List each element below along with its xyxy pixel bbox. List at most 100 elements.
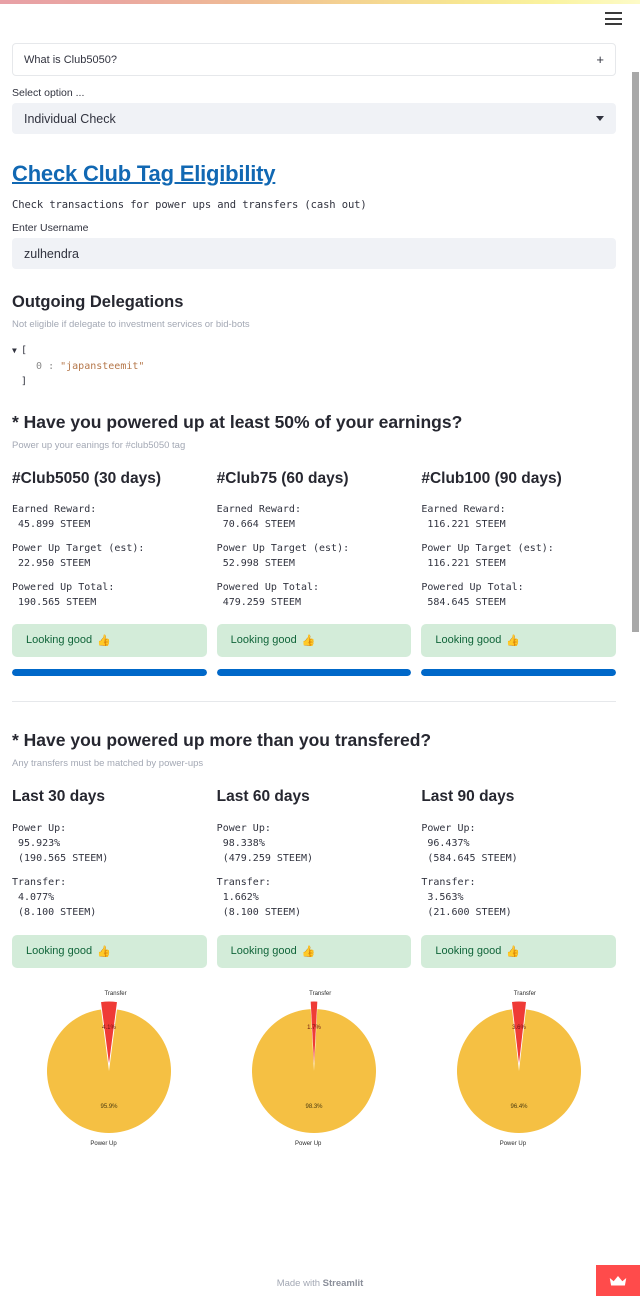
status-badge-label: Looking good (26, 945, 93, 957)
outgoing-delegations-caption: Not eligible if delegate to investment s… (12, 319, 250, 330)
main-content: What is Club5050? + Select option ... In… (0, 0, 628, 1153)
plus-icon[interactable]: + (596, 53, 604, 66)
club-column-stats: Earned Reward: 45.899 STEEM Power Up Targ… (12, 502, 207, 610)
club-column: #Club5050 (30 days) Earned Reward: 45.89… (12, 470, 207, 676)
footer: Made with Streamlit (0, 1278, 640, 1289)
username-input[interactable]: zulhendra (12, 238, 616, 269)
status-badge-label: Looking good (435, 634, 502, 646)
powered-up-total-value: 584.645 STEEM (421, 596, 506, 608)
earned-reward-value: 70.664 STEEM (216, 518, 295, 530)
pie-label-transfer: Transfer (513, 990, 536, 997)
thumbs-up-icon: 👍 (97, 634, 111, 647)
crown-icon (609, 1275, 627, 1285)
powerup-percent: 95.923% (12, 837, 61, 849)
expander-what-is-club5050[interactable]: What is Club5050? + (12, 43, 616, 76)
club-columns: #Club5050 (30 days) Earned Reward: 45.89… (12, 469, 617, 676)
pie-label-powerup: Power Up (499, 1140, 527, 1147)
transfer-amount: (21.600 STEEM) (421, 906, 512, 918)
status-badge: Looking good 👍 (12, 934, 207, 968)
page-scrollbar-thumb[interactable] (632, 72, 639, 632)
pie-chart-svg: 98.3% 1.7% (252, 1001, 376, 1133)
progress-bar-fill (216, 668, 412, 676)
transfer-label: Transfer: (12, 876, 67, 888)
pie-label-transfer: Transfer (309, 990, 332, 997)
powerup-amount: (190.565 STEEM) (12, 852, 109, 864)
progress-bar (216, 668, 412, 676)
powerup-label: Power Up: (216, 822, 271, 834)
powerup-question-heading: * Have you powered up at least 50% of yo… (12, 411, 463, 432)
json-root-row[interactable]: ▼ [ (12, 343, 616, 359)
json-entry-row: 0 : "japansteemit" (12, 359, 616, 375)
powered-up-total-label: Powered Up Total: (216, 581, 320, 593)
select-value: Individual Check (24, 111, 116, 126)
json-close-bracket: ] (21, 376, 28, 387)
earned-reward-label: Earned Reward: (12, 503, 97, 515)
earned-reward-value: 45.899 STEEM (12, 518, 91, 530)
transfer-amount: (8.100 STEEM) (12, 906, 97, 918)
powerup-target-label: Power Up Target (est): (421, 542, 554, 554)
streamlit-badge-button[interactable] (596, 1265, 640, 1296)
pie-label-transfer: Transfer (104, 990, 127, 997)
pie-value-transfer: 3.6% (512, 1025, 526, 1031)
pie-value-power-up: 96.4% (510, 1104, 528, 1110)
pie-chart: Transfer 96.4% 3.6% Power Up (421, 983, 616, 1153)
page-scrollbar-track[interactable] (631, 28, 640, 1296)
pie-chart-svg: 96.4% 3.6% (456, 1001, 581, 1133)
json-viewer[interactable]: ▼ [ 0 : "japansteemit" ] (12, 343, 616, 390)
status-badge: Looking good 👍 (216, 623, 412, 657)
status-badge: Looking good 👍 (216, 934, 412, 968)
status-badge: Looking good 👍 (421, 934, 617, 968)
status-badge-label: Looking good (230, 945, 297, 957)
thumbs-up-icon: 👍 (97, 945, 111, 958)
transfer-column-stats: Power Up: 96.437% (584.645 STEEM) Transfe… (421, 821, 616, 920)
powerup-question-caption: Power up your eanings for #club5050 tag (12, 439, 186, 451)
club-column-title: #Club5050 (30 days) (12, 469, 162, 487)
powerup-amount: (479.259 STEEM) (216, 852, 313, 864)
page-subtitle: Check transactions for power ups and tra… (12, 199, 367, 211)
outgoing-delegations-title: Outgoing Delegations (12, 293, 184, 311)
thumbs-up-icon: 👍 (506, 634, 521, 647)
transfer-percent: 1.662% (216, 891, 259, 903)
progress-bar (421, 668, 617, 676)
transfer-column: Last 60 days Power Up: 98.338% (479.259 … (216, 788, 412, 968)
select-option-dropdown[interactable]: Individual Check (12, 103, 616, 134)
transfer-question-caption: Any transfers must be matched by power-u… (12, 757, 204, 769)
transfer-percent: 4.077% (12, 891, 55, 903)
transfer-column-stats: Power Up: 95.923% (190.565 STEEM) Transfe… (12, 821, 207, 920)
transfer-column-title: Last 90 days (421, 787, 515, 805)
hamburger-menu-icon[interactable] (605, 12, 622, 25)
pie-value-transfer: 4.1% (102, 1025, 116, 1031)
earned-reward-label: Earned Reward: (421, 503, 506, 515)
powered-up-total-label: Powered Up Total: (421, 581, 524, 593)
section-divider (12, 700, 616, 702)
json-entry-index: 0 (36, 360, 43, 372)
chevron-down-icon[interactable] (596, 116, 604, 121)
powerup-target-label: Power Up Target (est): (12, 542, 145, 554)
pie-slices: 98.3% 1.7% (252, 1001, 376, 1133)
status-badge-label: Looking good (26, 634, 93, 646)
powered-up-total-value: 190.565 STEEM (12, 596, 97, 608)
club-column-stats: Earned Reward: 116.221 STEEM Power Up Tar… (421, 502, 616, 610)
page-title[interactable]: Check Club Tag Eligibility (12, 161, 616, 187)
status-badge: Looking good 👍 (421, 623, 617, 657)
status-badge-label: Looking good (230, 634, 297, 646)
progress-bar (12, 668, 207, 676)
thumbs-up-icon: 👍 (301, 634, 316, 647)
username-label: Enter Username (12, 222, 89, 234)
club-column-title: #Club75 (60 days) (216, 469, 349, 487)
earned-reward-label: Earned Reward: (216, 503, 301, 515)
thumbs-up-icon: 👍 (506, 945, 521, 958)
transfer-column-stats: Power Up: 98.338% (479.259 STEEM) Transfe… (217, 821, 412, 920)
powered-up-total-value: 479.259 STEEM (216, 596, 301, 608)
transfer-label: Transfer: (421, 876, 476, 888)
powerup-target-value: 52.998 STEEM (216, 557, 295, 569)
pie-value-power-up: 98.3% (305, 1104, 323, 1110)
transfer-percent: 3.563% (421, 891, 464, 903)
earned-reward-value: 116.221 STEEM (421, 518, 506, 530)
powerup-percent: 96.437% (421, 837, 470, 849)
powered-up-total-label: Powered Up Total: (12, 581, 115, 593)
powerup-target-label: Power Up Target (est): (216, 542, 350, 554)
pie-chart: Transfer 95.9% 4.1% Power Up (12, 983, 207, 1153)
pie-chart-svg: 95.9% 4.1% (47, 1001, 172, 1133)
triangle-down-icon[interactable]: ▼ (12, 343, 21, 358)
